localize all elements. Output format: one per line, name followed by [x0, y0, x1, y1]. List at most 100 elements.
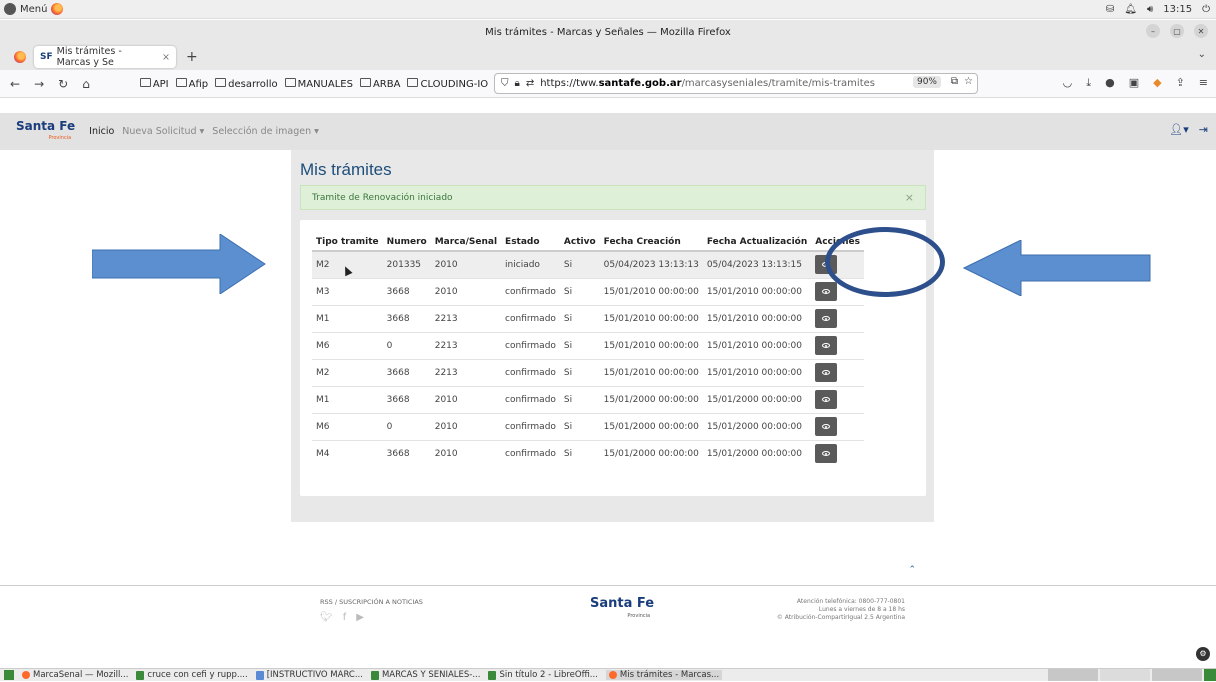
footer-license[interactable]: © Atribución-CompartirIgual 2.5 Argentin… [777, 614, 905, 622]
tab-favicon: SF [40, 52, 53, 62]
show-desktop-icon[interactable] [4, 670, 14, 680]
new-tab-button[interactable]: + [186, 49, 198, 65]
table-cell: confirmado [501, 358, 560, 386]
spreadsheet-icon [136, 670, 145, 680]
table-cell: confirmado [501, 277, 560, 305]
minimize-icon[interactable]: – [1146, 24, 1160, 38]
clock[interactable]: 13:15 [1163, 4, 1192, 15]
twitter-icon[interactable]: 🐦︎ [320, 612, 333, 623]
taskbar-item[interactable]: [INSTRUCTIVO MARC... [255, 670, 363, 680]
firefox-launcher-icon[interactable] [51, 3, 64, 15]
rss-label[interactable]: RSS / SUSCRIPCIÓN A NOTICIAS [320, 598, 423, 606]
nav-toolbar: ← → ↻ ⌂ API Afip desarrollo MANUALES ARB… [0, 70, 1216, 98]
tab-mis-tramites[interactable]: SF Mis trámites - Marcas y Se × [34, 46, 176, 68]
workspace-switcher [1046, 669, 1216, 682]
col-fecha-creacion: Fecha Creación [599, 234, 703, 252]
taskbar-item[interactable]: cruce con cefi y rupp.... [136, 670, 248, 680]
toolbar-right: ◡ ⤓ ● ▣ ◆ ⇪ ≡ [1063, 76, 1208, 90]
view-eye-button[interactable] [815, 363, 838, 382]
santa-fe-logo[interactable]: Santa Fe Provincia [16, 120, 75, 144]
footer-phone: Atención telefónica: 0800-777-0801 [796, 598, 905, 605]
taskbar-item[interactable]: MARCAS Y SENIALES-... [370, 670, 480, 680]
list-tabs-icon[interactable]: ⌄ [1198, 49, 1206, 60]
workspace-1[interactable] [1048, 669, 1098, 681]
nav-inicio[interactable]: Inicio [89, 126, 114, 137]
view-eye-button[interactable] [815, 444, 838, 464]
view-eye-button[interactable] [815, 309, 838, 328]
nav-seleccion-imagen[interactable]: Selección de imagen ▾ [212, 126, 319, 137]
bookmark-manuales[interactable]: MANUALES [285, 78, 353, 90]
nav-nueva-solicitud[interactable]: Nueva Solicitud ▾ [122, 126, 204, 137]
table-cell: 2010 [430, 412, 502, 440]
view-eye-button[interactable] [815, 336, 838, 355]
tab-close-icon[interactable]: × [162, 52, 170, 63]
tray-bell-icon[interactable]: 🔔︎ [1124, 4, 1137, 15]
tray-volume-icon[interactable]: 🔊︎ [1147, 4, 1153, 15]
downloads-icon[interactable]: ⤓ [1086, 76, 1091, 90]
forward-icon[interactable]: → [34, 77, 44, 91]
lock-icon[interactable]: 🔒︎ [515, 78, 520, 89]
bookmarks-bar: API Afip desarrollo MANUALES ARBA CLOUDI… [140, 78, 488, 90]
os-top-panel: Menú ⛁ 🔔︎ 🔊︎ 13:15 ⏻ [0, 0, 1216, 19]
firefox-view-icon[interactable] [14, 51, 26, 63]
pocket-icon[interactable]: ◡ [1063, 76, 1073, 90]
os-menu-button[interactable]: Menú [4, 3, 64, 15]
table-cell: 3668 [382, 385, 431, 413]
extension-p-icon[interactable]: ● [1105, 76, 1115, 90]
alert-close-icon[interactable]: × [905, 191, 914, 204]
back-icon[interactable]: ← [10, 77, 20, 91]
eye-icon [822, 397, 831, 402]
extension-translate-icon[interactable]: ▣ [1129, 76, 1139, 90]
app-header: Santa Fe Provincia Inicio Nueva Solicitu… [0, 113, 1216, 150]
footer-rss: RSS / SUSCRIPCIÓN A NOTICIAS 🐦︎ f ▶ [320, 598, 423, 623]
bookmark-desarrollo[interactable]: desarrollo [215, 78, 277, 90]
logout-icon[interactable]: ⇥ [1199, 123, 1208, 136]
facebook-icon[interactable]: f [343, 612, 347, 623]
translate-icon[interactable]: ⧉ [951, 76, 958, 87]
bookmark-star-icon[interactable]: ☆ [964, 76, 973, 87]
close-icon[interactable]: ✕ [1194, 24, 1208, 38]
view-eye-button[interactable] [815, 390, 838, 409]
table-row: M2 3668 2213 confirmado Si 15/01/2010 00:00:0… [312, 358, 865, 386]
taskbar-item-active[interactable]: Mis trámites - Marcas... [605, 670, 723, 680]
taskbar-item[interactable]: Sin título 2 - LibreOffi... [488, 670, 598, 680]
table-cell: Si [559, 412, 600, 440]
workspace-2[interactable] [1100, 669, 1150, 681]
power-icon[interactable]: ⏻ [1202, 4, 1210, 15]
table-row: M2 201335 2010 iniciado Si 05/04/2023 13:13:1… [312, 250, 865, 278]
success-alert: Tramite de Renovación iniciado × [300, 185, 926, 210]
shield-icon[interactable]: ⛉ [501, 78, 509, 89]
table-cell: 3668 [382, 439, 431, 467]
reload-icon[interactable]: ↻ [58, 77, 68, 91]
bookmark-clouding-io[interactable]: CLOUDING-IO [407, 78, 488, 90]
workspace-4[interactable] [1204, 669, 1216, 681]
url-bar[interactable]: ⛉ 🔒︎ ⇄ https://tww.santafe.gob.ar/marcas… [494, 73, 978, 94]
home-icon[interactable]: ⌂ [82, 77, 90, 91]
workspace-3[interactable] [1152, 669, 1202, 681]
view-eye-button[interactable] [815, 417, 838, 436]
table-row: M6 0 2010 confirmado Si 15/01/2000 00:00:00 15… [312, 412, 865, 440]
table-cell: 15/01/2010 00:00:00 [599, 358, 703, 386]
maximize-icon[interactable]: ▢ [1170, 24, 1184, 38]
hamburger-menu-icon[interactable]: ≡ [1199, 76, 1208, 90]
floating-gear-icon[interactable]: ⚙ [1196, 647, 1210, 661]
user-menu-icon[interactable]: 👤︎▾ [1169, 123, 1189, 136]
scroll-up-chevron-icon[interactable]: ⌃ [908, 565, 916, 575]
metamask-icon[interactable]: ◆ [1153, 76, 1161, 90]
table-cell: confirmado [501, 412, 560, 440]
bookmark-api[interactable]: API [140, 78, 169, 90]
permissions-icon[interactable]: ⇄ [526, 78, 534, 89]
zoom-indicator[interactable]: 90% [912, 76, 941, 88]
view-eye-button[interactable] [815, 282, 838, 301]
table-cell: 15/01/2010 00:00:00 [702, 304, 812, 332]
bookmark-afip[interactable]: Afip [176, 78, 209, 90]
taskbar-item[interactable]: MarcaSenal — Mozill... [22, 670, 128, 680]
table-cell: M1 [312, 304, 383, 332]
share-icon[interactable]: ⇪ [1176, 76, 1185, 90]
youtube-icon[interactable]: ▶ [356, 612, 364, 623]
bookmark-arba[interactable]: ARBA [360, 78, 401, 90]
table-cell: M3 [312, 277, 383, 305]
tray-network-icon[interactable]: ⛁ [1106, 4, 1114, 15]
table-cell: 05/04/2023 13:13:15 [702, 250, 812, 278]
table-cell: 05/04/2023 13:13:13 [599, 250, 703, 278]
